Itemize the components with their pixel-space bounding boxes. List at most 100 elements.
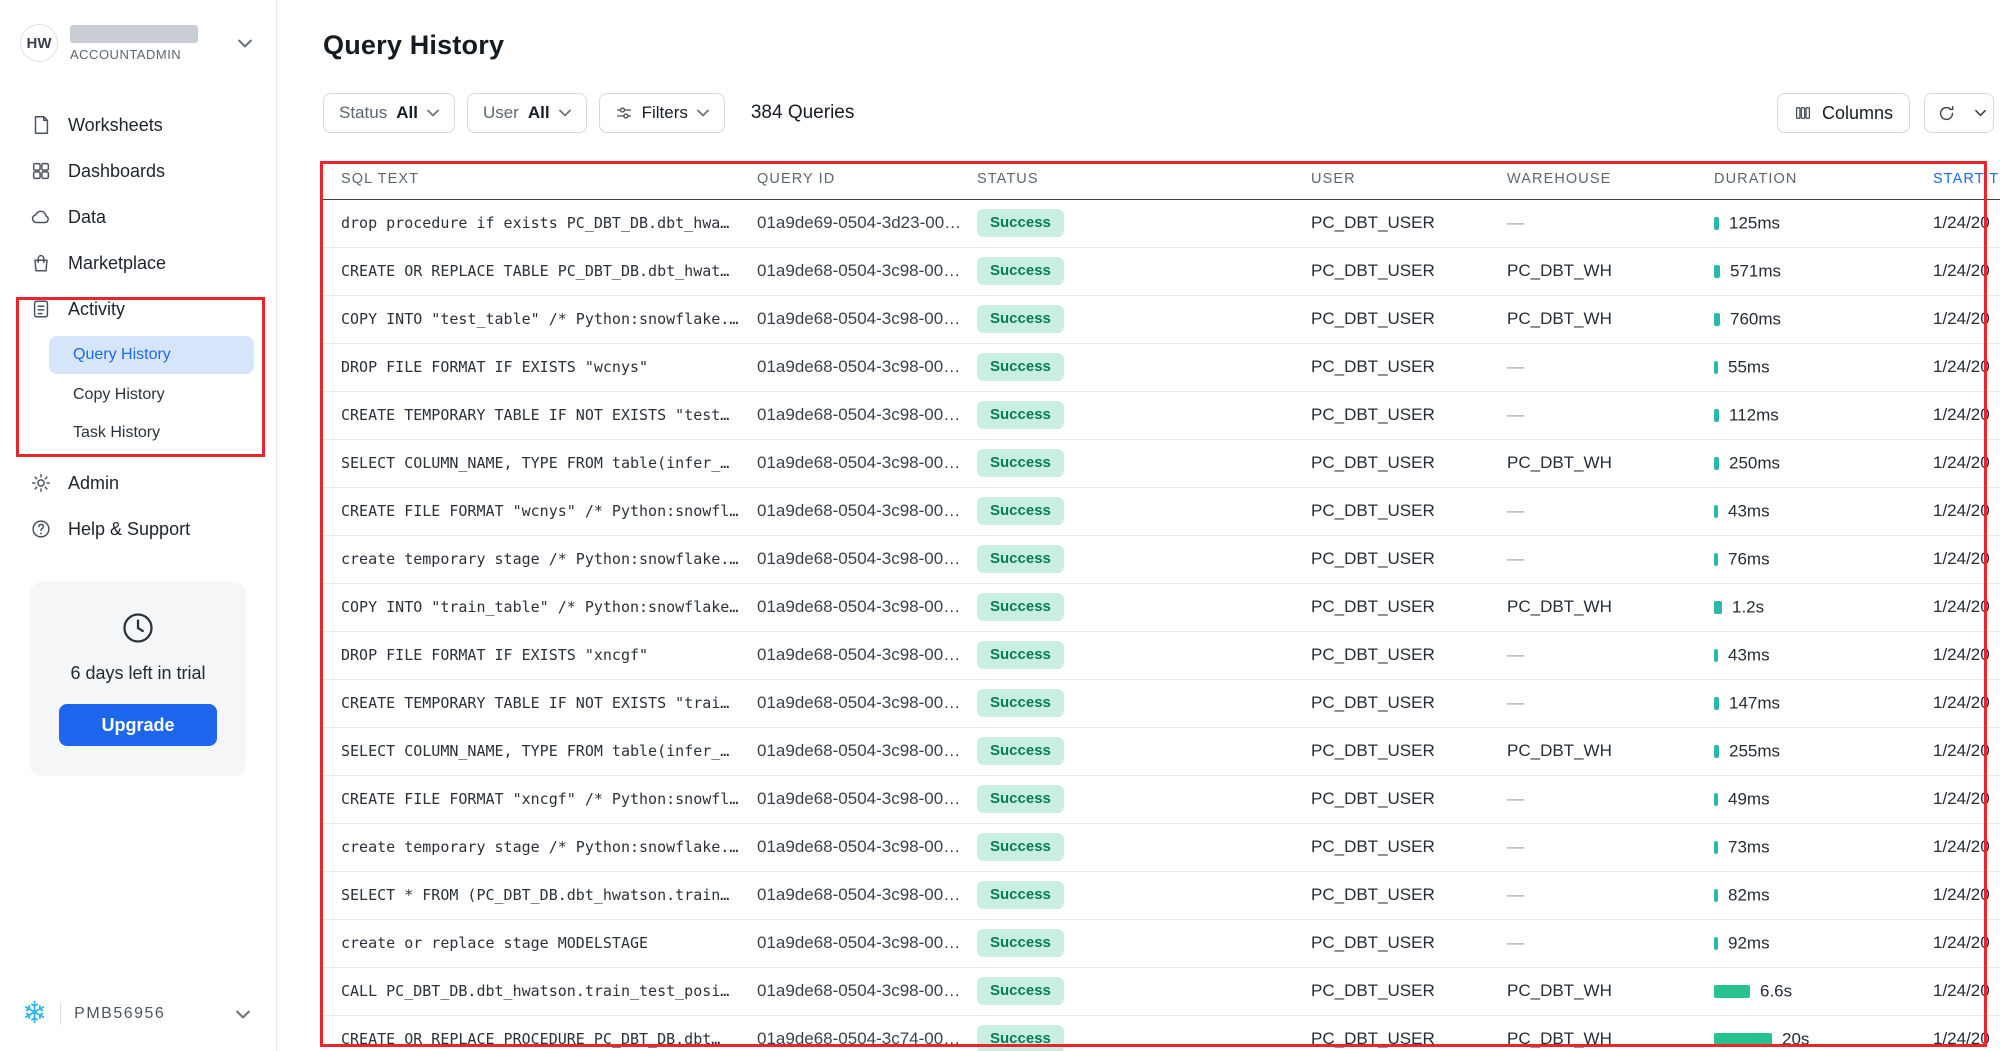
- sidebar-item-data[interactable]: Data: [0, 194, 276, 240]
- duration-bar: [1714, 697, 1719, 710]
- sidebar: HW ACCOUNTADMIN Worksheets Dashboards: [0, 0, 277, 1051]
- status-badge: Success: [977, 1025, 1064, 1051]
- table-row[interactable]: CREATE TEMPORARY TABLE IF NOT EXISTS "tr…: [323, 679, 2000, 727]
- table-row[interactable]: create temporary stage /* Python:snowfla…: [323, 535, 2000, 583]
- user-filter-value: All: [528, 103, 550, 123]
- table-row[interactable]: CREATE FILE FORMAT "wcnys" /* Python:sno…: [323, 487, 2000, 535]
- status-filter-label: Status: [339, 103, 387, 123]
- sidebar-footer: ❄ PMB56956: [0, 979, 276, 1051]
- table-row[interactable]: CREATE OR REPLACE PROCEDURE PC_DBT_DB.db…: [323, 1015, 2000, 1051]
- refresh-split-button: [1924, 93, 1994, 133]
- account-locator[interactable]: PMB56956: [74, 1005, 165, 1023]
- sidebar-nav: Worksheets Dashboards Data Marketplace: [0, 102, 276, 552]
- chevron-down-icon[interactable]: [236, 1010, 250, 1019]
- cell-status: Success: [977, 871, 1311, 919]
- sidebar-item-worksheets[interactable]: Worksheets: [0, 102, 276, 148]
- columns-button-label: Columns: [1822, 103, 1893, 124]
- duration-value: 147ms: [1729, 693, 1780, 712]
- cell-warehouse: —: [1507, 343, 1714, 391]
- duration-value: 112ms: [1729, 405, 1779, 424]
- column-header-sql-text[interactable]: SQL TEXT: [323, 159, 757, 199]
- duration-value: 1.2s: [1732, 597, 1764, 616]
- table-row[interactable]: DROP FILE FORMAT IF EXISTS "wcnys"01a9de…: [323, 343, 2000, 391]
- cell-warehouse: PC_DBT_WH: [1507, 583, 1714, 631]
- cell-start-time: 1/24/20: [1933, 439, 2000, 487]
- chevron-down-icon: [427, 109, 439, 117]
- duration-bar: [1714, 793, 1718, 806]
- table-row[interactable]: create temporary stage /* Python:snowfla…: [323, 823, 2000, 871]
- refresh-button[interactable]: [1925, 94, 1967, 132]
- cell-user: PC_DBT_USER: [1311, 967, 1507, 1015]
- upgrade-button[interactable]: Upgrade: [59, 704, 216, 746]
- column-header-query-id[interactable]: QUERY ID: [757, 159, 977, 199]
- table-row[interactable]: DROP FILE FORMAT IF EXISTS "xncgf"01a9de…: [323, 631, 2000, 679]
- table-row[interactable]: SELECT COLUMN_NAME, TYPE FROM table(infe…: [323, 727, 2000, 775]
- table-row[interactable]: CREATE FILE FORMAT "xncgf" /* Python:sno…: [323, 775, 2000, 823]
- cell-duration: 112ms: [1714, 391, 1933, 439]
- sidebar-item-admin[interactable]: Admin: [0, 460, 276, 506]
- cell-start-time: 1/24/20: [1933, 391, 2000, 439]
- cell-duration: 250ms: [1714, 439, 1933, 487]
- column-header-status[interactable]: STATUS: [977, 159, 1311, 199]
- cell-user: PC_DBT_USER: [1311, 1015, 1507, 1051]
- table-row[interactable]: COPY INTO "train_table" /* Python:snowfl…: [323, 583, 2000, 631]
- column-header-duration[interactable]: DURATION: [1714, 159, 1933, 199]
- table-row[interactable]: SELECT COLUMN_NAME, TYPE FROM table(infe…: [323, 439, 2000, 487]
- trial-card: 6 days left in trial Upgrade: [30, 582, 246, 776]
- sidebar-item-dashboards[interactable]: Dashboards: [0, 148, 276, 194]
- table-row[interactable]: SELECT * FROM (PC_DBT_DB.dbt_hwatson.tra…: [323, 871, 2000, 919]
- sidebar-item-query-history[interactable]: Query History: [49, 336, 254, 374]
- column-header-warehouse[interactable]: WAREHOUSE: [1507, 159, 1714, 199]
- cell-query-id: 01a9de68-0504-3c98-00…: [757, 391, 977, 439]
- cell-duration: 73ms: [1714, 823, 1933, 871]
- table-row[interactable]: CALL PC_DBT_DB.dbt_hwatson.train_test_po…: [323, 967, 2000, 1015]
- cell-query-id: 01a9de68-0504-3c98-00…: [757, 967, 977, 1015]
- duration-bar: [1714, 361, 1718, 374]
- cell-query-id: 01a9de68-0504-3c98-00…: [757, 775, 977, 823]
- refresh-menu-button[interactable]: [1967, 94, 1993, 132]
- cell-warehouse: —: [1507, 679, 1714, 727]
- account-name-redacted: [70, 25, 198, 43]
- status-badge: Success: [977, 593, 1064, 622]
- table-row[interactable]: CREATE TEMPORARY TABLE IF NOT EXISTS "te…: [323, 391, 2000, 439]
- help-icon: [30, 518, 52, 540]
- sidebar-item-marketplace[interactable]: Marketplace: [0, 240, 276, 286]
- columns-button[interactable]: Columns: [1777, 93, 1910, 133]
- cell-start-time: 1/24/20: [1933, 487, 2000, 535]
- cell-status: Success: [977, 1015, 1311, 1051]
- activity-subnav: Query History Copy History Task History: [0, 336, 276, 452]
- cell-status: Success: [977, 535, 1311, 583]
- sidebar-item-copy-history[interactable]: Copy History: [0, 376, 276, 414]
- cell-user: PC_DBT_USER: [1311, 199, 1507, 247]
- sidebar-item-activity[interactable]: Activity: [0, 286, 276, 332]
- cell-warehouse: —: [1507, 775, 1714, 823]
- filters-dropdown[interactable]: Filters: [599, 93, 725, 133]
- duration-bar: [1714, 265, 1720, 278]
- column-header-start-time[interactable]: START TIME: [1933, 159, 2000, 199]
- cell-sql-text: create or replace stage MODELSTAGE: [323, 919, 757, 967]
- cell-user: PC_DBT_USER: [1311, 871, 1507, 919]
- status-filter-dropdown[interactable]: Status All: [323, 93, 455, 133]
- user-filter-dropdown[interactable]: User All: [467, 93, 587, 133]
- cell-duration: 43ms: [1714, 487, 1933, 535]
- cell-duration: 82ms: [1714, 871, 1933, 919]
- table-row[interactable]: COPY INTO "test_table" /* Python:snowfla…: [323, 295, 2000, 343]
- table-row[interactable]: drop procedure if exists PC_DBT_DB.dbt_h…: [323, 199, 2000, 247]
- duration-value: 43ms: [1728, 501, 1770, 520]
- account-switcher[interactable]: HW ACCOUNTADMIN: [0, 0, 276, 62]
- avatar: HW: [20, 24, 58, 62]
- cell-duration: 760ms: [1714, 295, 1933, 343]
- table-row[interactable]: CREATE OR REPLACE TABLE PC_DBT_DB.dbt_hw…: [323, 247, 2000, 295]
- cell-query-id: 01a9de68-0504-3c98-00…: [757, 631, 977, 679]
- duration-bar: [1714, 505, 1718, 518]
- duration-bar: [1714, 649, 1718, 662]
- table-row[interactable]: create or replace stage MODELSTAGE01a9de…: [323, 919, 2000, 967]
- sidebar-item-label: Activity: [68, 299, 125, 320]
- status-badge: Success: [977, 929, 1064, 958]
- sidebar-item-task-history[interactable]: Task History: [0, 414, 276, 452]
- cell-query-id: 01a9de68-0504-3c98-00…: [757, 295, 977, 343]
- sidebar-item-help-support[interactable]: Help & Support: [0, 506, 276, 552]
- column-header-user[interactable]: USER: [1311, 159, 1507, 199]
- snowsight-app: HW ACCOUNTADMIN Worksheets Dashboards: [0, 0, 2000, 1051]
- duration-value: 571ms: [1730, 261, 1781, 280]
